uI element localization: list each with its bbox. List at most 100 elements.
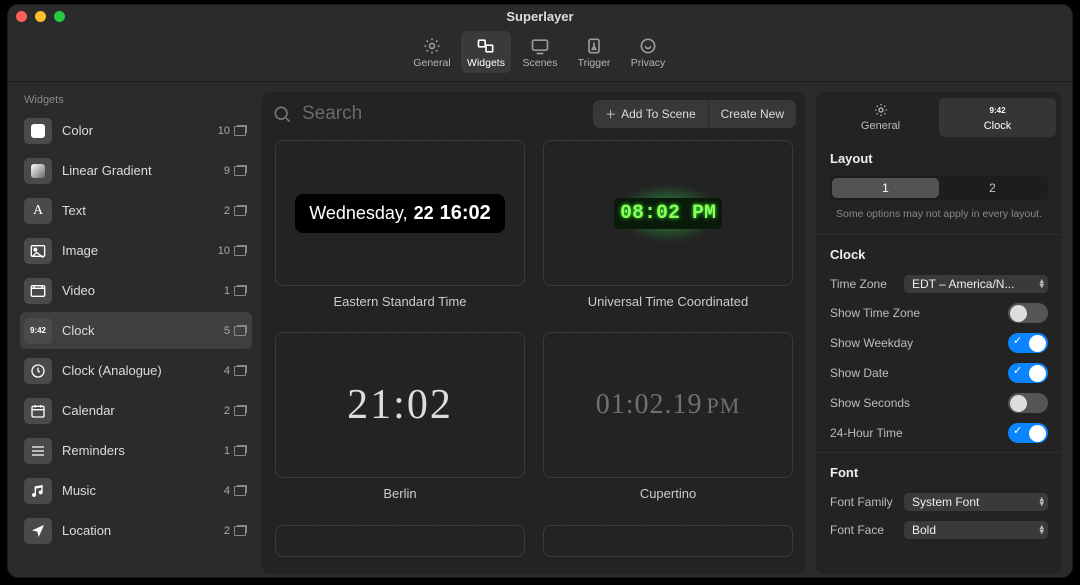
tz-select[interactable]: EDT – America/N... ▴▾ xyxy=(904,275,1048,293)
widgets-icon xyxy=(476,36,496,56)
sidebar-item-music[interactable]: Music 4 xyxy=(20,472,252,509)
font-family-value: System Font xyxy=(912,495,979,509)
sidebar-item-count: 10 xyxy=(218,245,246,257)
layout-heading: Layout xyxy=(816,143,1062,174)
sidebar-item-count: 1 xyxy=(224,285,246,297)
show-tz-label: Show Time Zone xyxy=(830,306,920,320)
sidebar-item-label: Reminders xyxy=(62,443,224,458)
preview-cupertino[interactable]: 01:02.19PM xyxy=(543,332,793,478)
sidebar-item-label: Location xyxy=(62,523,224,538)
sidebar-item-gradient[interactable]: Linear Gradient 9 xyxy=(20,152,252,189)
sidebar-item-label: Linear Gradient xyxy=(62,163,224,178)
card-caption: Cupertino xyxy=(640,486,696,501)
sidebar-item-count: 2 xyxy=(224,525,246,537)
inspector-tab-general[interactable]: General xyxy=(822,98,939,137)
preview-extra-1[interactable] xyxy=(275,525,525,557)
show-weekday-toggle[interactable] xyxy=(1008,333,1048,353)
tab-label: Widgets xyxy=(467,57,505,69)
card-caption: Universal Time Coordinated xyxy=(588,294,748,309)
stack-icon xyxy=(234,446,246,456)
font-face-value: Bold xyxy=(912,523,936,537)
digital-clock-icon: 9:42 xyxy=(990,102,1006,118)
sidebar-item-color[interactable]: Color 10 xyxy=(20,112,252,149)
reminders-icon xyxy=(24,438,52,464)
h24-label: 24-Hour Time xyxy=(830,426,903,440)
sidebar-item-label: Image xyxy=(62,243,218,258)
gradient-icon xyxy=(24,158,52,184)
privacy-icon xyxy=(638,36,658,56)
tab-privacy[interactable]: Privacy xyxy=(623,31,673,73)
tab-label: General xyxy=(413,57,450,69)
tab-label: Scenes xyxy=(522,57,557,69)
video-icon xyxy=(24,278,52,304)
sidebar-item-video[interactable]: Video 1 xyxy=(20,272,252,309)
sidebar-item-count: 2 xyxy=(224,205,246,217)
sidebar-item-clock-analogue[interactable]: Clock (Analogue) 4 xyxy=(20,352,252,389)
font-family-select[interactable]: System Font ▴▾ xyxy=(904,493,1048,511)
show-tz-toggle[interactable] xyxy=(1008,303,1048,323)
sidebar-title: Widgets xyxy=(20,92,252,112)
trigger-icon xyxy=(584,36,604,56)
sidebar-item-label: Color xyxy=(62,123,218,138)
stack-icon xyxy=(234,126,246,136)
preview-utc[interactable]: 08:02 PM xyxy=(543,140,793,286)
sidebar-item-count: 4 xyxy=(224,365,246,377)
sidebar-item-label: Calendar xyxy=(62,403,224,418)
stack-icon xyxy=(234,166,246,176)
calendar-icon xyxy=(24,398,52,424)
tab-general[interactable]: General xyxy=(407,31,457,73)
search-input[interactable] xyxy=(300,102,581,126)
sidebar-item-count: 5 xyxy=(224,325,246,337)
h24-toggle[interactable] xyxy=(1008,423,1048,443)
tab-label: General xyxy=(861,120,900,132)
show-seconds-toggle[interactable] xyxy=(1008,393,1048,413)
sidebar-item-count: 9 xyxy=(224,165,246,177)
sidebar-item-calendar[interactable]: Calendar 2 xyxy=(20,392,252,429)
sidebar-item-clock[interactable]: 9:42 Clock 5 xyxy=(20,312,252,349)
sidebar-item-text[interactable]: A Text 2 xyxy=(20,192,252,229)
stack-icon xyxy=(234,366,246,376)
stack-icon xyxy=(234,246,246,256)
show-date-toggle[interactable] xyxy=(1008,363,1048,383)
search-icon xyxy=(272,104,292,124)
layout-option-1[interactable]: 1 xyxy=(832,178,939,198)
create-new-button[interactable]: Create New xyxy=(708,100,796,128)
preview-time: 21:02 xyxy=(347,381,453,429)
tab-widgets[interactable]: Widgets xyxy=(461,31,511,73)
sidebar-item-location[interactable]: Location 2 xyxy=(20,512,252,549)
preview-berlin[interactable]: 21:02 xyxy=(275,332,525,478)
digital-clock-icon: 9:42 xyxy=(24,318,52,344)
main-toolbar: General Widgets Scenes Trigger Privacy xyxy=(8,27,1072,82)
stack-icon xyxy=(234,326,246,336)
sidebar-item-count: 1 xyxy=(224,445,246,457)
tab-scenes[interactable]: Scenes xyxy=(515,31,565,73)
titlebar: Superlayer xyxy=(8,5,1072,27)
font-heading: Font xyxy=(816,457,1062,488)
chevron-updown-icon: ▴▾ xyxy=(1039,279,1044,290)
preview-extra-2[interactable] xyxy=(543,525,793,557)
font-face-select[interactable]: Bold ▴▾ xyxy=(904,521,1048,539)
stack-icon xyxy=(234,486,246,496)
add-to-scene-button[interactable]: ＋ Add To Scene xyxy=(593,100,708,128)
layout-note: Some options may not apply in every layo… xyxy=(816,204,1062,230)
image-icon xyxy=(24,238,52,264)
sidebar-item-label: Video xyxy=(62,283,224,298)
sidebar-item-reminders[interactable]: Reminders 1 xyxy=(20,432,252,469)
sidebar-item-label: Clock (Analogue) xyxy=(62,363,224,378)
tab-trigger[interactable]: Trigger xyxy=(569,31,619,73)
clock-heading: Clock xyxy=(816,239,1062,270)
show-date-label: Show Date xyxy=(830,366,889,380)
preview-est[interactable]: Wednesday, 22 16:02 xyxy=(275,140,525,286)
sidebar: Widgets Color 10 Linear Gradient 9 A Tex… xyxy=(8,82,262,577)
inspector-tab-clock[interactable]: 9:42 Clock xyxy=(939,98,1056,137)
sidebar-item-image[interactable]: Image 10 xyxy=(20,232,252,269)
sidebar-item-count: 10 xyxy=(218,125,246,137)
font-family-label: Font Family xyxy=(830,495,893,509)
font-face-label: Font Face xyxy=(830,523,884,537)
tab-label: Privacy xyxy=(631,57,665,69)
monitor-icon xyxy=(530,36,550,56)
layout-option-2[interactable]: 2 xyxy=(939,178,1046,198)
show-weekday-label: Show Weekday xyxy=(830,336,913,350)
card-caption: Berlin xyxy=(383,486,416,501)
stack-icon xyxy=(234,526,246,536)
